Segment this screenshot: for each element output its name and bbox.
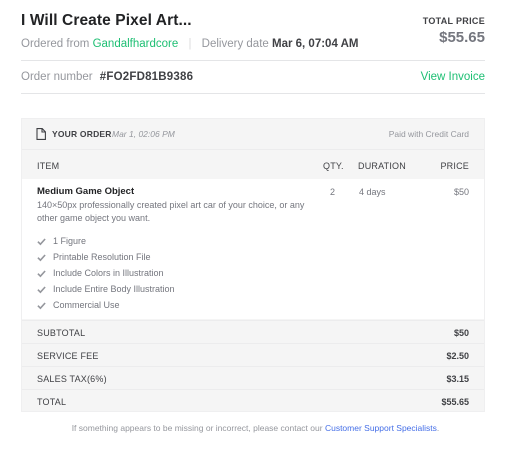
view-invoice-link[interactable]: View Invoice <box>421 71 485 83</box>
column-price: PRICE <box>440 161 469 171</box>
sales-tax-label: SALES TAX(6%) <box>37 374 107 384</box>
item-description: 140×50px professionally created pixel ar… <box>37 200 305 223</box>
feature-label: Printable Resolution File <box>53 252 151 262</box>
item-price: $50 <box>453 187 469 197</box>
summary-row-total: TOTAL $55.65 <box>22 389 484 412</box>
order-number-divider <box>21 93 485 94</box>
support-footer: If something appears to be missing or in… <box>0 423 511 433</box>
gig-title[interactable]: I Will Create Pixel Art... <box>21 12 485 30</box>
item-duration: 4 days <box>359 187 386 197</box>
feature-label: Commercial Use <box>53 300 120 310</box>
total-price-value: $55.65 <box>439 29 485 46</box>
order-meta: Ordered from Gandalfhardcore | Delivery … <box>21 38 359 50</box>
checkmark-icon <box>37 285 46 293</box>
service-fee-value: $2.50 <box>446 351 469 361</box>
feature-item: Include Entire Body Illustration <box>37 281 175 297</box>
checkmark-icon <box>37 269 46 277</box>
order-header: I Will Create Pixel Art... Ordered from … <box>21 12 485 50</box>
seller-link[interactable]: Gandalfhardcore <box>93 38 179 50</box>
service-fee-label: SERVICE FEE <box>37 351 99 361</box>
feature-item: Printable Resolution File <box>37 249 175 265</box>
summary-row-service-fee: SERVICE FEE $2.50 <box>22 343 484 366</box>
feature-list: 1 Figure Printable Resolution File Inclu… <box>37 233 175 313</box>
feature-label: Include Entire Body Illustration <box>53 284 175 294</box>
order-placed-date: Mar 1, 02:06 PM <box>112 129 175 139</box>
column-item: ITEM <box>37 161 60 171</box>
feature-item: Include Colors in Illustration <box>37 265 175 281</box>
subtotal-label: SUBTOTAL <box>37 328 86 338</box>
feature-item: Commercial Use <box>37 297 175 313</box>
your-order-heading: YOUR ORDER <box>52 129 112 139</box>
total-label: TOTAL <box>37 397 67 407</box>
order-number-value: #FO2FD81B9386 <box>99 71 194 83</box>
card-header: YOUR ORDER Mar 1, 02:06 PM Paid with Cre… <box>22 119 484 149</box>
checkmark-icon <box>37 237 46 245</box>
summary-row-sales-tax: SALES TAX(6%) $3.15 <box>22 366 484 389</box>
ordered-from-label: Ordered from <box>21 38 90 50</box>
order-number-label: Order number <box>21 71 93 83</box>
footer-text: If something appears to be missing or in… <box>71 423 323 433</box>
sales-tax-value: $3.15 <box>446 374 469 384</box>
checkmark-icon <box>37 301 46 309</box>
subtotal-value: $50 <box>453 328 469 338</box>
column-duration: DURATION <box>358 161 406 171</box>
checkmark-icon <box>37 253 46 261</box>
column-headers: ITEM QTY. DURATION PRICE <box>22 149 484 179</box>
customer-support-link[interactable]: Customer Support Specialists <box>325 423 437 433</box>
total-price-label: TOTAL PRICE <box>422 16 485 26</box>
delivery-label: Delivery date <box>201 38 269 50</box>
total-value: $55.65 <box>441 397 469 407</box>
item-name: Medium Game Object <box>37 186 135 197</box>
header-divider <box>21 60 485 61</box>
payment-method: Paid with Credit Card <box>388 129 469 139</box>
item-quantity: 2 <box>330 187 336 197</box>
delivery-date: Mar 6, 07:04 AM <box>272 38 359 50</box>
summary-row-subtotal: SUBTOTAL $50 <box>22 320 484 343</box>
feature-label: 1 Figure <box>53 236 87 246</box>
order-item-row: Medium Game Object 140×50px professional… <box>22 179 484 319</box>
column-qty: QTY. <box>323 161 344 171</box>
feature-label: Include Colors in Illustration <box>53 268 164 278</box>
order-card: YOUR ORDER Mar 1, 02:06 PM Paid with Cre… <box>21 118 485 412</box>
footer-period: . <box>436 423 440 433</box>
meta-separator: | <box>188 38 192 50</box>
order-number-row: Order number #FO2FD81B9386 View Invoice <box>21 71 485 83</box>
document-icon <box>36 128 46 140</box>
feature-item: 1 Figure <box>37 233 175 249</box>
